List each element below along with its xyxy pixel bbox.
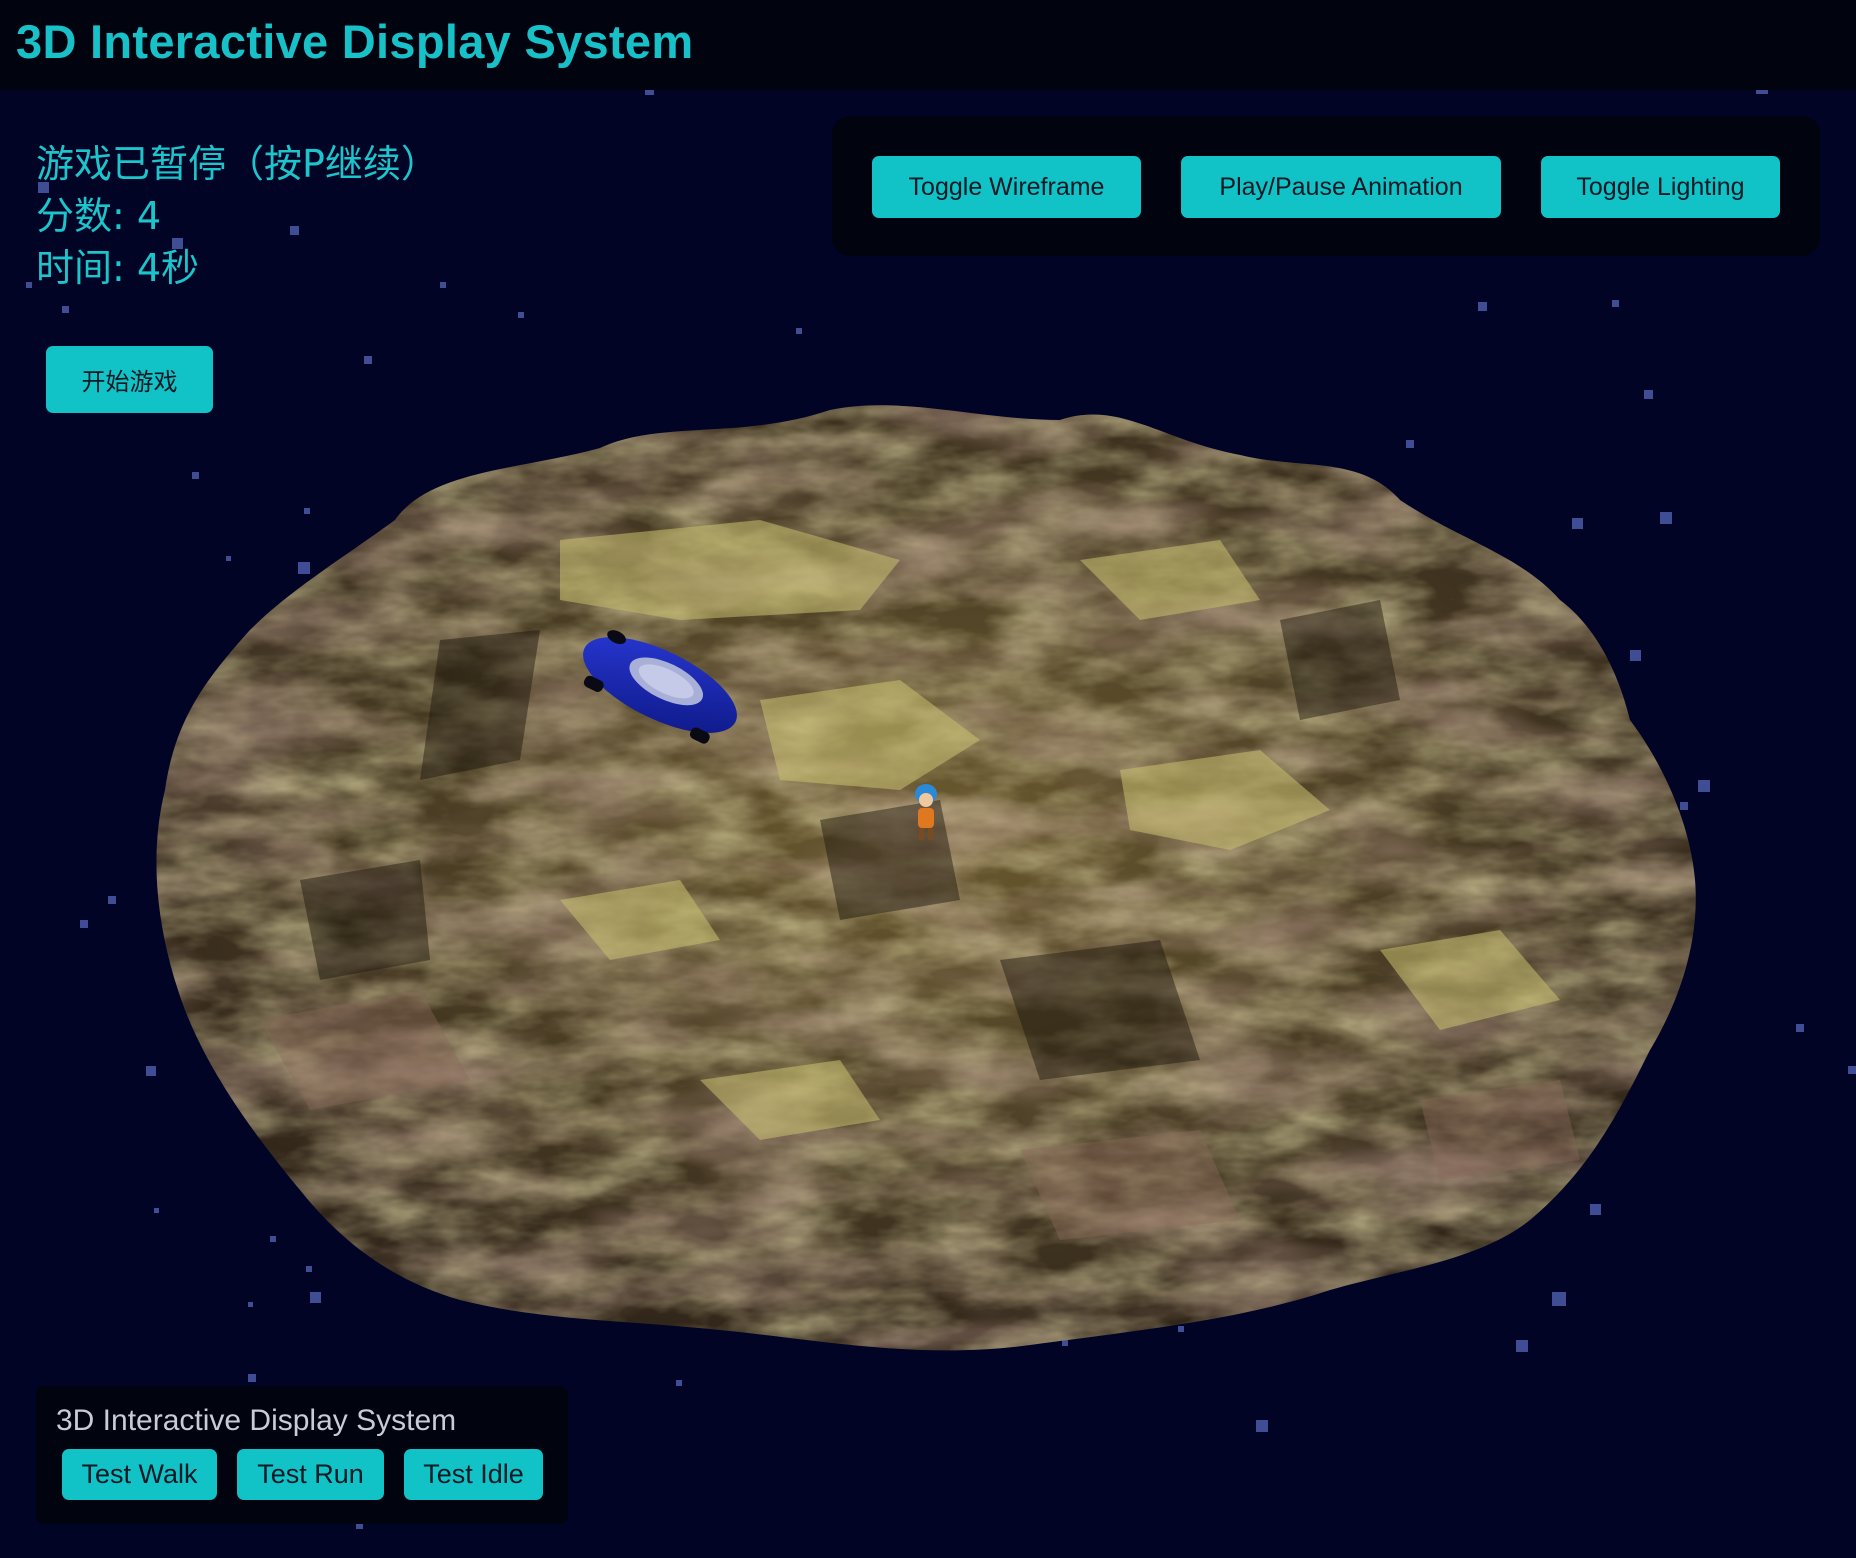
test-walk-button[interactable]: Test Walk bbox=[62, 1449, 217, 1500]
page-title: 3D Interactive Display System bbox=[16, 15, 694, 68]
toggle-wireframe-button[interactable]: Toggle Wireframe bbox=[872, 156, 1141, 218]
terrain-island[interactable] bbox=[156, 405, 1696, 1351]
hud-overlay: 游戏已暂停（按P继续） 分数: 4 时间: 4秒 bbox=[36, 138, 439, 294]
pause-status: 游戏已暂停（按P继续） bbox=[36, 142, 439, 186]
start-game-button[interactable]: 开始游戏 bbox=[46, 346, 213, 413]
toggle-lighting-button[interactable]: Toggle Lighting bbox=[1541, 156, 1780, 218]
play-pause-animation-button[interactable]: Play/Pause Animation bbox=[1181, 156, 1501, 218]
test-idle-button[interactable]: Test Idle bbox=[404, 1449, 543, 1500]
test-run-button[interactable]: Test Run bbox=[237, 1449, 384, 1500]
animation-panel-title: 3D Interactive Display System bbox=[56, 1404, 457, 1437]
time-display: 时间: 4秒 bbox=[36, 246, 200, 290]
score-display: 分数: 4 bbox=[36, 194, 162, 238]
game-viewport[interactable]: 3D Interactive Display System 游戏已暂停（按P继续… bbox=[0, 0, 1856, 1558]
